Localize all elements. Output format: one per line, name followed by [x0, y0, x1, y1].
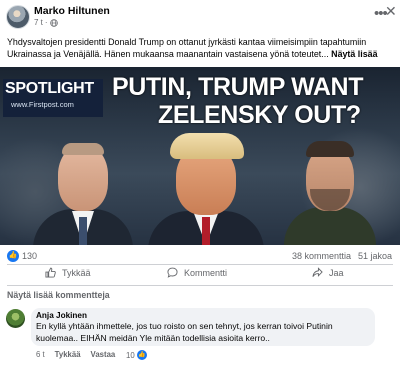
post-stats: 👍 130 38 kommenttia 51 jakoa [0, 246, 400, 266]
thumbs-up-icon [45, 267, 56, 278]
comment-like-count[interactable]: 10 👍 [126, 350, 147, 360]
logo-word: SPOTLIGHT [5, 80, 94, 97]
share-count[interactable]: 51 jakoa [358, 251, 392, 261]
post-meta: 7 t · [34, 18, 58, 27]
author-name[interactable]: Marko Hiltunen [34, 5, 110, 17]
comment-author[interactable]: Anja Jokinen [36, 311, 87, 320]
comment-icon [167, 267, 178, 278]
logo-site: www.Firstpost.com [11, 100, 74, 109]
spotlight-logo: SPOTLIGHT www.Firstpost.com [3, 79, 103, 117]
see-more-link[interactable]: Näytä lisää [331, 49, 377, 59]
post-header: Marko Hiltunen 7 t · ••• ✕ [0, 0, 400, 32]
comment-button-label: Kommentti [184, 267, 228, 278]
comment-count[interactable]: 38 kommenttia [292, 251, 351, 261]
comment-text: En kyllä yhtään ihmettele, jos tuo roist… [36, 321, 333, 343]
comment-like-reaction-icon: 👍 [136, 350, 147, 360]
meta-separator: · [44, 18, 48, 27]
portrait-right [280, 137, 380, 245]
post-time[interactable]: 7 t [34, 18, 43, 27]
comment-button[interactable]: Kommentti [167, 267, 227, 278]
commenter-avatar[interactable] [6, 309, 25, 328]
like-reaction-icon[interactable]: 👍 [7, 250, 19, 262]
reaction-count[interactable]: 130 [22, 251, 37, 261]
comment-likes-number: 10 [126, 350, 135, 360]
share-button-label: Jaa [329, 267, 344, 278]
post-image[interactable]: SPOTLIGHT www.Firstpost.com PUTIN, TRUMP… [0, 67, 400, 245]
divider-bottom [7, 285, 393, 286]
share-icon [312, 267, 323, 277]
post-text: Yhdysvaltojen presidentti Donald Trump o… [7, 37, 394, 60]
like-button-label: Tykkää [62, 267, 91, 278]
like-button[interactable]: Tykkää [45, 267, 91, 278]
portrait-left [28, 137, 138, 245]
comment-bubble: Anja Jokinen En kyllä yhtään ihmettele, … [31, 308, 375, 346]
headline-line-2: ZELENSKY OUT? [158, 101, 361, 129]
portrait-center [146, 127, 266, 245]
view-more-comments-link[interactable]: Näytä lisää kommentteja [7, 290, 110, 300]
comment-time[interactable]: 6 t [36, 350, 45, 359]
comment-actions: 6 t Tykkää Vastaa [36, 350, 115, 359]
author-avatar[interactable] [6, 5, 30, 29]
globe-icon [49, 18, 58, 27]
close-icon[interactable]: ✕ [385, 4, 397, 18]
post-body: Yhdysvaltojen presidentti Donald Trump o… [7, 37, 367, 59]
comment-reply-button[interactable]: Vastaa [91, 350, 116, 359]
share-button[interactable]: Jaa [312, 267, 344, 278]
comment-like-button[interactable]: Tykkää [55, 350, 81, 359]
action-bar: Tykkää Kommentti Jaa [0, 265, 400, 285]
headline-line-1: PUTIN, TRUMP WANT [112, 73, 364, 101]
